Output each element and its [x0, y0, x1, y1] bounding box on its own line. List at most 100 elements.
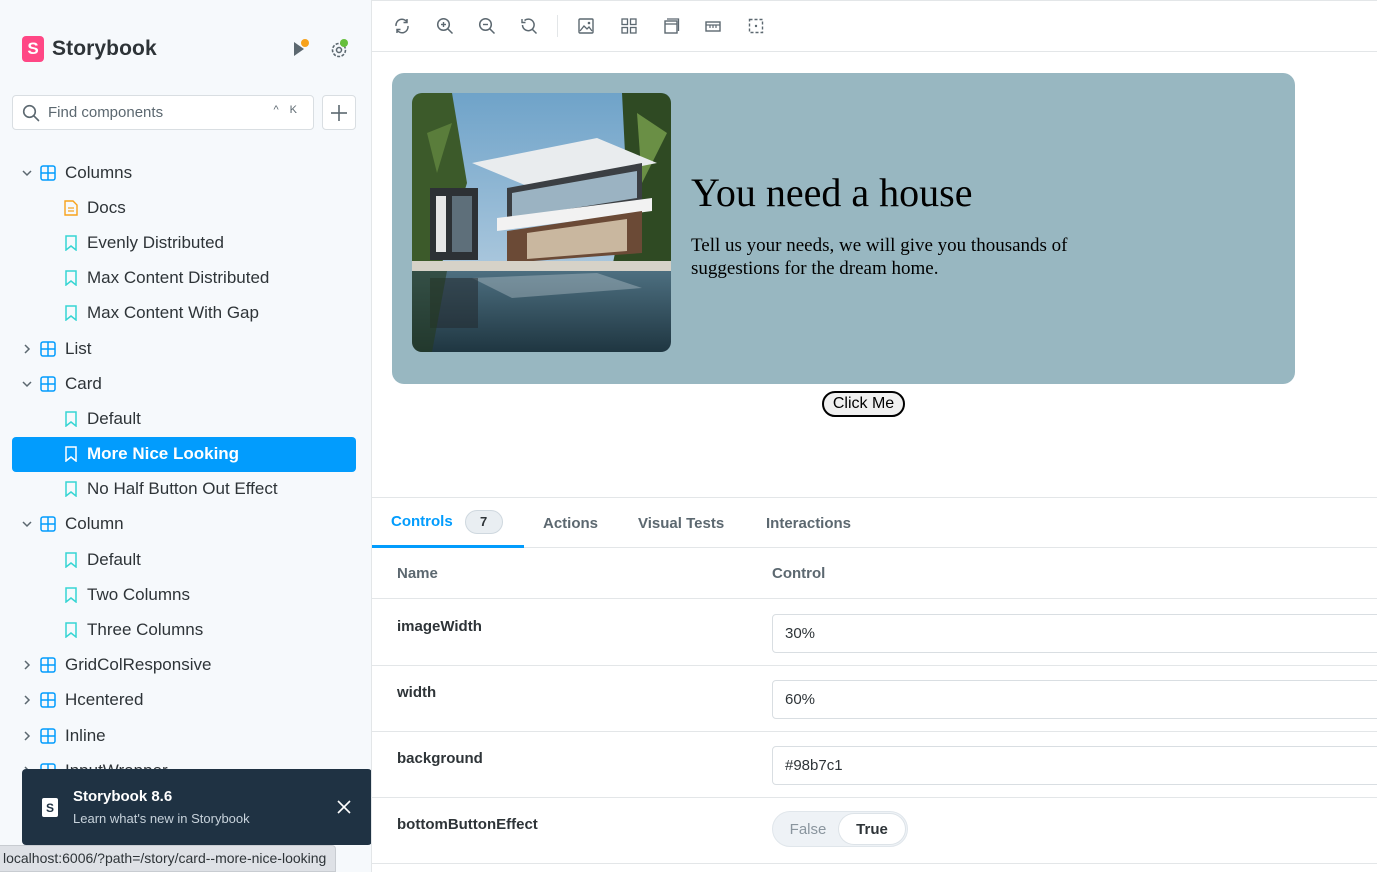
- tab-interactions[interactable]: Interactions: [766, 498, 851, 548]
- status-bar-url: localhost:6006/?path=/story/card--more-n…: [0, 845, 337, 872]
- card-title: You need a house: [691, 170, 973, 215]
- control-row-width: width 60%: [372, 666, 1377, 732]
- sidebar-item-label: Inline: [65, 725, 106, 745]
- sidebar-group-column[interactable]: Column: [12, 507, 356, 542]
- sidebar-item-label: Hcentered: [65, 690, 144, 710]
- sidebar-story-two-columns[interactable]: Two Columns: [12, 577, 356, 612]
- chevron-right-icon[interactable]: [20, 729, 34, 743]
- controls-count-badge: 7: [464, 509, 503, 534]
- house-image: [412, 93, 671, 352]
- chevron-down-icon[interactable]: [20, 517, 34, 531]
- preview-toolbar: [372, 1, 1377, 52]
- sidebar-group-inline[interactable]: Inline: [12, 718, 356, 753]
- chevron-right-icon[interactable]: [20, 658, 34, 672]
- control-row-bottomButtonEffect: bottomButtonEffect False True: [372, 798, 1377, 864]
- outline-icon[interactable]: [746, 16, 766, 36]
- measure-icon[interactable]: [703, 16, 723, 36]
- settings-icon[interactable]: [328, 38, 350, 60]
- column-header-name: Name: [397, 565, 438, 582]
- close-icon[interactable]: [336, 799, 352, 815]
- brand[interactable]: S Storybook: [22, 36, 157, 62]
- document-icon: [64, 200, 78, 216]
- component-icon: [40, 692, 56, 709]
- addon-tabs: Controls 7 Actions Visual Tests Interact…: [372, 498, 1377, 548]
- chevron-right-icon[interactable]: [20, 693, 34, 707]
- reload-icon[interactable]: [392, 16, 412, 36]
- sidebar-item-label: Card: [65, 373, 102, 393]
- grid-icon[interactable]: [619, 16, 639, 36]
- component-icon: [40, 727, 56, 744]
- sidebar-group-card[interactable]: Card: [12, 366, 356, 401]
- background-input[interactable]: #98b7c1: [772, 746, 1377, 785]
- toolbar-divider: [557, 15, 558, 37]
- click-me-button[interactable]: Click Me: [822, 391, 905, 417]
- bookmark-icon: [64, 622, 78, 639]
- search-input[interactable]: Find components ^ K: [12, 95, 314, 130]
- sidebar-item-label: Column: [65, 514, 124, 534]
- sidebar-story-more-nice-looking[interactable]: More Nice Looking: [12, 436, 356, 472]
- create-component-button[interactable]: [322, 95, 356, 130]
- toggle-option-true[interactable]: True: [839, 814, 905, 844]
- card: You need a house Tell us your needs, we …: [392, 73, 1295, 417]
- whats-new-toast[interactable]: S Storybook 8.6 Learn what's new in Stor…: [22, 769, 371, 845]
- bookmark-icon: [64, 305, 78, 322]
- sidebar-item-label: List: [65, 338, 92, 358]
- bookmark-icon: [64, 446, 78, 463]
- sidebar-story-evenly-distributed[interactable]: Evenly Distributed: [12, 225, 356, 260]
- zoom-out-icon[interactable]: [477, 16, 497, 36]
- whats-new-icon[interactable]: [289, 38, 311, 60]
- prop-name: bottomButtonEffect: [397, 816, 538, 833]
- sidebar-group-hcentered[interactable]: Hcentered: [12, 683, 356, 718]
- toast-title: Storybook 8.6: [73, 788, 173, 805]
- component-icon: [40, 657, 56, 673]
- imageWidth-input[interactable]: 30%: [772, 614, 1377, 653]
- addons-panel: Controls 7 Actions Visual Tests Interact…: [372, 497, 1377, 872]
- main-area: You need a house Tell us your needs, we …: [372, 0, 1377, 872]
- tab-actions[interactable]: Actions: [543, 498, 598, 548]
- zoom-reset-icon[interactable]: [519, 16, 539, 36]
- sidebar: S Storybook Find components ^ K Columns …: [0, 0, 372, 872]
- sidebar-group-gridcolresponsive[interactable]: GridColResponsive: [12, 648, 356, 683]
- search-icon: [22, 104, 40, 121]
- sidebar-story-max-content-distributed[interactable]: Max Content Distributed: [12, 261, 356, 296]
- chevron-right-icon[interactable]: [20, 342, 34, 356]
- sidebar-docs-docs[interactable]: Docs: [12, 190, 356, 225]
- viewport-icon[interactable]: [661, 16, 681, 36]
- search-shortcut: ^ K: [273, 104, 301, 116]
- bottomButtonEffect-toggle[interactable]: False True: [772, 811, 908, 847]
- sidebar-group-list[interactable]: List: [12, 331, 356, 366]
- component-icon: [40, 340, 56, 357]
- tab-controls[interactable]: Controls 7: [372, 498, 524, 548]
- width-input[interactable]: 60%: [772, 680, 1377, 719]
- bookmark-icon: [64, 551, 78, 569]
- sidebar-item-label: Columns: [65, 162, 133, 182]
- chevron-down-icon[interactable]: [20, 166, 34, 180]
- card-description: Tell us your needs, we will give you tho…: [691, 235, 1068, 279]
- story-canvas: You need a house Tell us your needs, we …: [372, 53, 1377, 497]
- sidebar-story-three-columns[interactable]: Three Columns: [12, 612, 356, 647]
- background-icon[interactable]: [576, 16, 596, 36]
- storybook-logo: S: [22, 36, 44, 62]
- zoom-in-icon[interactable]: [435, 16, 455, 36]
- tab-visual-tests[interactable]: Visual Tests: [638, 498, 724, 548]
- sidebar-story-no-half-button-out-effect[interactable]: No Half Button Out Effect: [12, 472, 356, 507]
- prop-name: width: [397, 684, 437, 701]
- sidebar-story-max-content-with-gap[interactable]: Max Content With Gap: [12, 296, 356, 331]
- sidebar-group-columns[interactable]: Columns: [12, 155, 356, 190]
- sidebar-item-label: Max Content With Gap: [87, 303, 259, 323]
- sidebar-item-label: Evenly Distributed: [87, 232, 225, 252]
- bookmark-icon: [64, 481, 78, 498]
- sidebar-item-label: Docs: [87, 197, 126, 217]
- chevron-down-icon[interactable]: [20, 377, 34, 391]
- sidebar-item-label: Default: [87, 408, 141, 428]
- sidebar-story-default[interactable]: Default: [12, 542, 356, 577]
- sidebar-item-label: Default: [87, 549, 141, 569]
- component-tree: Columns Docs Evenly Distributed Max Content…: [12, 155, 356, 788]
- search-placeholder: Find components: [48, 104, 164, 121]
- toggle-option-false[interactable]: False: [777, 814, 839, 844]
- column-header-control: Control: [772, 565, 826, 582]
- sidebar-story-default[interactable]: Default: [12, 401, 356, 436]
- control-row-imageWidth: imageWidth 30%: [372, 600, 1377, 666]
- brand-name: Storybook: [52, 37, 157, 60]
- sidebar-item-label: Max Content Distributed: [87, 268, 270, 288]
